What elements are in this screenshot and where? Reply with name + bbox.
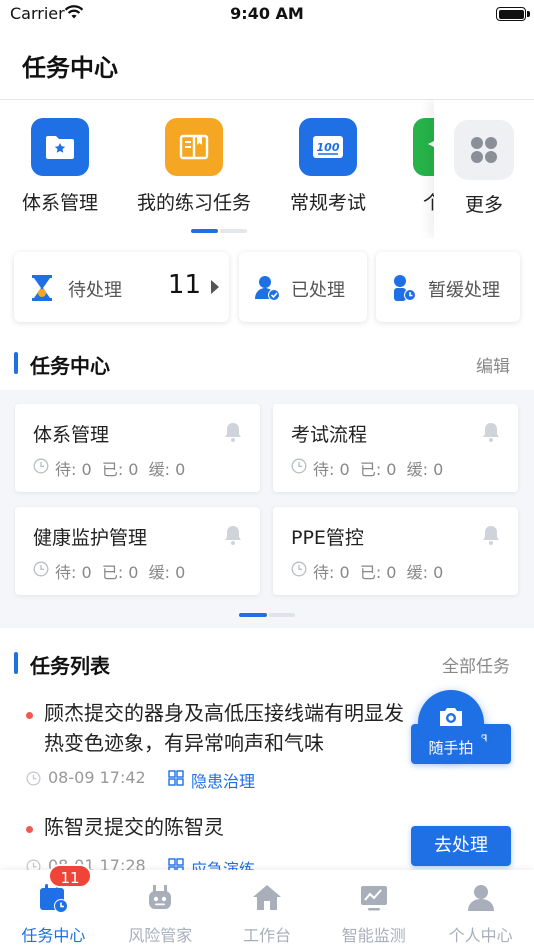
camera-icon [440, 708, 462, 726]
task-category-stats: 待: 0 已: 0 缓: 0 [313, 460, 444, 479]
status-bar: Carrier 9:40 AM [0, 0, 534, 28]
more-label: 更多 [464, 194, 503, 216]
snapshot-label: 随手拍 [414, 736, 488, 760]
pending-label: 待处理 [68, 280, 122, 301]
tab-label: 任务中心 [21, 926, 86, 945]
tab-label: 个人中心 [448, 926, 513, 945]
section-accent-bar [14, 352, 18, 374]
deferred-card[interactable]: 暂缓处理 [376, 252, 520, 322]
all-tasks-link[interactable]: 全部任务 [442, 652, 510, 677]
bell-icon[interactable] [482, 525, 500, 545]
unread-dot [26, 826, 33, 833]
clock-icon [291, 458, 307, 474]
person-check-icon [255, 276, 280, 301]
task-type: 隐患治理 [191, 772, 256, 791]
book-icon [165, 118, 223, 176]
task-time: 08-09 17:42 [48, 768, 146, 787]
quick-entry-strip[interactable]: 体系管理 我的练习任务 100 常规考试 个人 更多 [0, 100, 534, 238]
pending-count: 11 [167, 270, 201, 300]
tab-smart-monitoring[interactable]: 智能监测 [320, 870, 427, 950]
deferred-label: 暂缓处理 [428, 280, 500, 301]
category-grid-icon [168, 858, 184, 870]
task-category-title: 健康监护管理 [33, 527, 148, 549]
clock-icon [33, 561, 49, 577]
task-category-stats: 待: 0 已: 0 缓: 0 [55, 460, 186, 479]
tab-label: 风险管家 [128, 926, 193, 945]
tab-risk-manager[interactable]: 风险管家 [107, 870, 214, 950]
task-grid-page-indicator [239, 613, 295, 617]
page-title: 任务中心 [22, 54, 118, 82]
quick-entry-system-management[interactable]: 体系管理 [0, 118, 120, 215]
tab-workbench[interactable]: 工作台 [214, 870, 321, 950]
task-description: 陈智灵提交的陈智灵 [44, 815, 224, 839]
robot-icon [149, 885, 172, 909]
snapshot-fab[interactable]: 随手拍 [414, 690, 488, 760]
tab-personal-center[interactable]: 个人中心 [427, 870, 534, 950]
task-type: 应急演练 [191, 860, 256, 870]
clock-icon [26, 859, 41, 870]
bell-icon[interactable] [224, 525, 242, 545]
unread-dot [26, 712, 33, 719]
bell-icon[interactable] [224, 422, 242, 442]
processed-label: 已处理 [291, 280, 345, 301]
task-category-card[interactable]: 健康监护管理 待: 0 已: 0 缓: 0 [15, 507, 260, 595]
quick-entry-my-practice[interactable]: 我的练习任务 [134, 118, 254, 215]
navigation-bar: 任务中心 [0, 28, 534, 100]
task-status-row: 待处理 11 已处理 暂缓处理 [0, 240, 534, 340]
quick-entry-label: 常规考试 [289, 192, 366, 214]
section-accent-bar [14, 652, 18, 674]
clock-icon [33, 458, 49, 474]
folder-star-icon [31, 118, 89, 176]
task-description: 顾杰提交的器身及高低压接线端有明显发热变色迹象，有异常响声和气味 [44, 701, 404, 755]
category-grid-icon [168, 770, 184, 786]
quick-entry-label: 我的练习任务 [136, 192, 251, 214]
person-icon [467, 885, 494, 911]
tab-label: 智能监测 [341, 926, 406, 945]
task-list-header: 任务列表 全部任务 [0, 640, 534, 688]
clock-time: 9:40 AM [230, 4, 304, 23]
chevron-right-icon [211, 280, 219, 294]
clock-icon [26, 771, 41, 786]
quick-entry-label: 体系管理 [21, 192, 98, 214]
battery-icon [496, 7, 530, 21]
task-center-title: 任务中心 [30, 354, 110, 378]
quick-entry-page-indicator [191, 229, 247, 233]
handle-button[interactable]: 去处理 [411, 826, 511, 866]
task-category-card[interactable]: PPE管控 待: 0 已: 0 缓: 0 [273, 507, 518, 595]
task-center-grid: 体系管理 待: 0 已: 0 缓: 0 考试流程 待: 0 已: 0 缓: 0 … [0, 390, 534, 628]
edit-link[interactable]: 编辑 [476, 352, 510, 377]
tab-label: 工作台 [242, 926, 291, 945]
task-list-title: 任务列表 [30, 654, 110, 678]
task-category-title: 体系管理 [33, 424, 110, 446]
processed-card[interactable]: 已处理 [239, 252, 367, 322]
task-category-title: 考试流程 [291, 424, 368, 446]
task-category-card[interactable]: 考试流程 待: 0 已: 0 缓: 0 [273, 404, 518, 492]
grid-more-icon [454, 120, 514, 180]
clock-icon [291, 561, 307, 577]
task-category-title: PPE管控 [291, 527, 364, 549]
task-category-card[interactable]: 体系管理 待: 0 已: 0 缓: 0 [15, 404, 260, 492]
task-category-stats: 待: 0 已: 0 缓: 0 [313, 563, 444, 582]
more-button[interactable]: 更多 [434, 100, 534, 238]
svg-text:100: 100 [317, 141, 340, 154]
hourglass-icon [32, 275, 52, 301]
pending-card[interactable]: 待处理 11 [14, 252, 229, 322]
score-100-icon: 100 [299, 118, 357, 176]
monitor-chart-icon [360, 886, 387, 911]
person-clock-icon [394, 275, 416, 301]
task-center-header: 任务中心 编辑 [0, 340, 534, 388]
bell-icon[interactable] [482, 422, 500, 442]
task-category-stats: 待: 0 已: 0 缓: 0 [55, 563, 186, 582]
tab-task-center[interactable]: 11 任务中心 [0, 864, 107, 950]
bottom-tab-bar: 11 任务中心 风险管家 工作台 智能监测 个人中心 [0, 864, 534, 950]
tab-badge: 11 [48, 864, 92, 888]
quick-entry-regular-exam[interactable]: 100 常规考试 [268, 118, 388, 215]
house-icon [252, 885, 281, 910]
list-item[interactable]: 陈智灵提交的陈智灵 08-01 17:28 应急演练 去处理 [0, 804, 534, 870]
